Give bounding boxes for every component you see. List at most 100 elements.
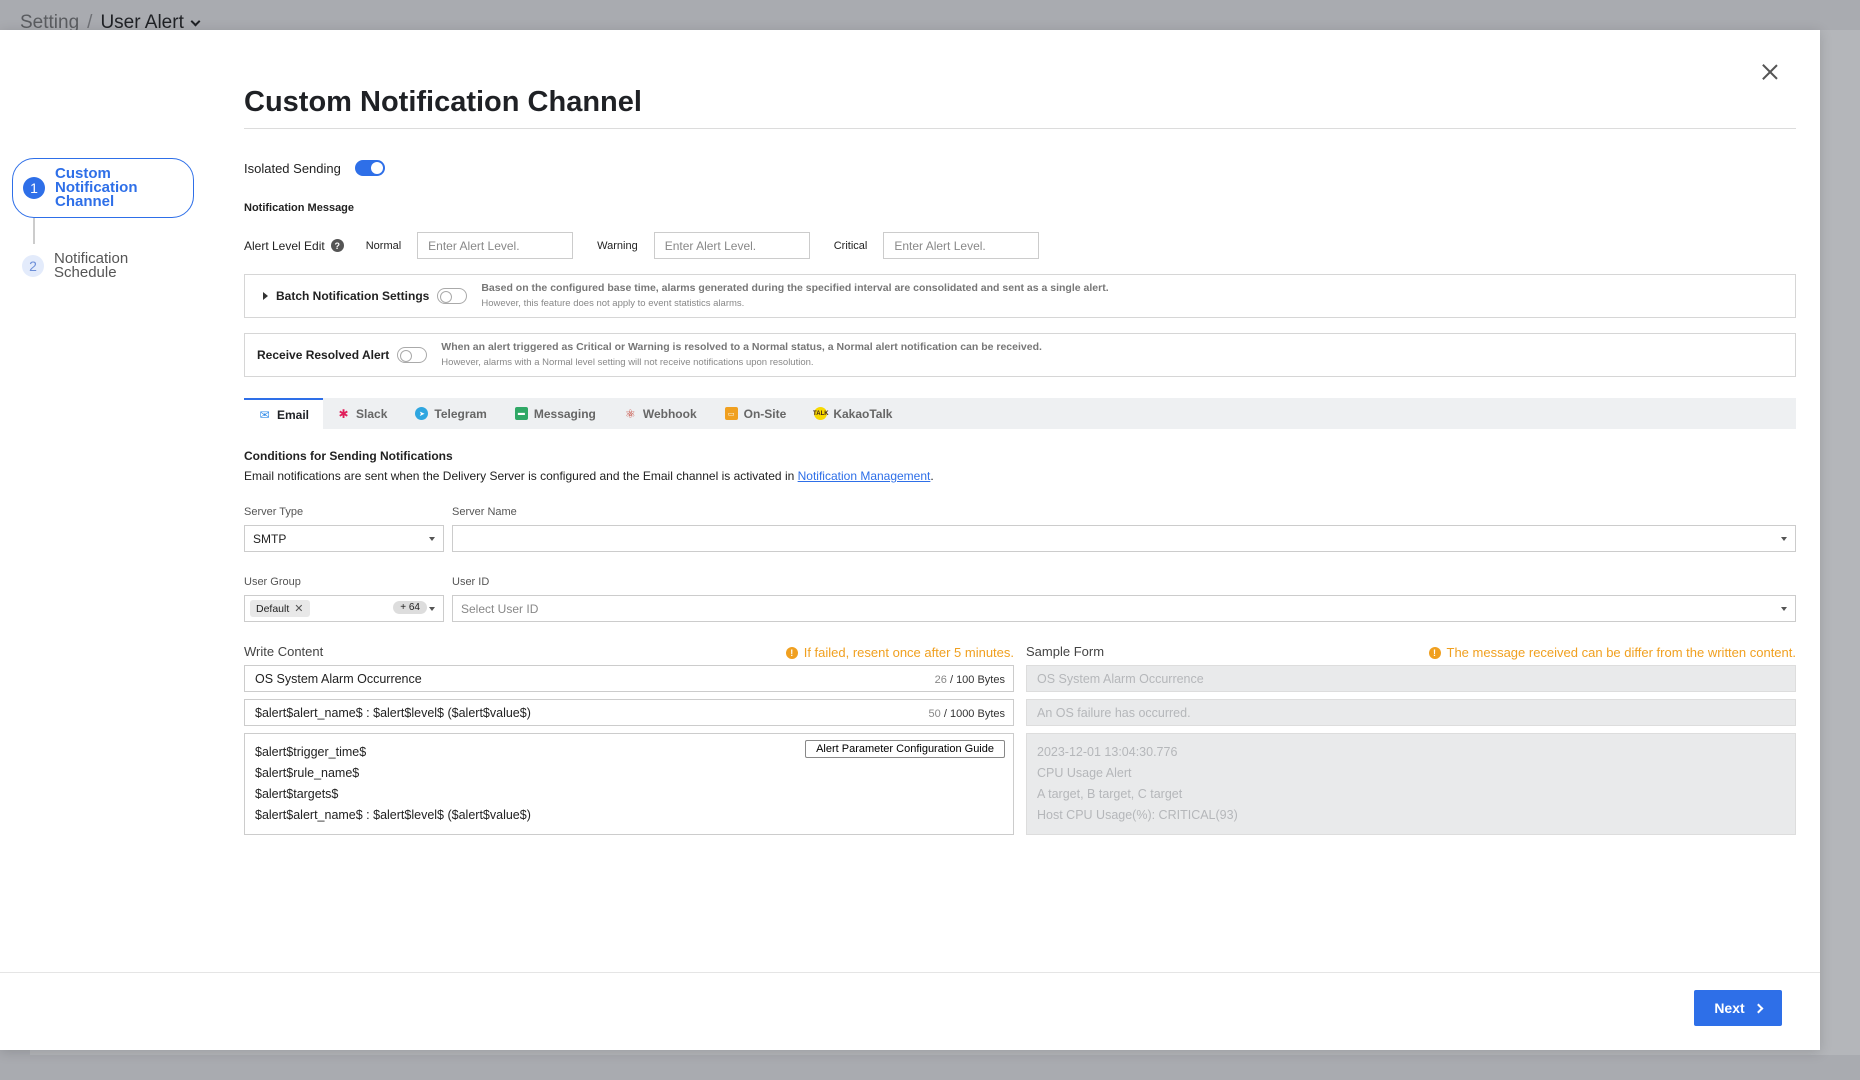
alert-parameter-guide-button[interactable]: Alert Parameter Configuration Guide [805,740,1005,758]
conditions-title: Conditions for Sending Notifications [244,449,453,463]
tab-on-site[interactable]: ▭ On-Site [711,398,801,429]
chip-label: Default [256,602,290,615]
tab-label: Telegram [434,406,487,421]
warning-icon: ! [1428,646,1441,659]
messaging-icon: ▬ [514,407,528,420]
tab-telegram[interactable]: ➤ Telegram [401,398,500,429]
normal-label: Normal [365,239,402,252]
tab-email[interactable]: ✉ Email [244,398,324,429]
step-label: Notification Schedule [54,250,129,281]
write-content-warning: ! If failed, resent once after 5 minutes… [785,645,1014,660]
alert-level-edit-label: Alert Level Edit [244,238,325,253]
chevron-down-icon [429,607,435,611]
sample-line: A target, B target, C target [1037,787,1183,801]
step-custom-notification-channel[interactable]: 1 Custom Notification Channel [12,158,194,218]
close-icon[interactable] [1758,60,1782,84]
isolated-sending-toggle[interactable] [354,160,385,176]
channel-tabs: ✉ Email ✱ Slack ➤ Telegram ▬ Messaging ⚛… [244,398,1796,429]
page-title: Custom Notification Channel [244,86,642,118]
tab-label: Slack [356,406,388,421]
notification-management-link[interactable]: Notification Management [798,469,931,483]
kakaotalk-icon: TALK [813,407,829,420]
batch-description: Based on the configured base time, alarm… [481,281,1108,311]
step-connector [33,218,35,244]
summary-input[interactable]: $alert$alert_name$ : $alert$level$ ($ale… [244,699,1014,726]
step-number: 2 [22,255,44,277]
resolved-title: Receive Resolved Alert [257,348,390,362]
body-line: $alert$rule_name$ [255,766,360,780]
sample-subject: OS System Alarm Occurrence [1026,665,1796,692]
subject-count: 26 [934,674,947,686]
help-icon[interactable]: ? [330,239,344,252]
warning-label: Warning [597,239,638,252]
warning-text: The message received can be differ from … [1446,645,1797,660]
tab-kakaotalk[interactable]: TALK KakaoTalk [800,398,906,429]
step-notification-schedule[interactable]: 2 Notification Schedule [12,244,202,288]
server-type-select[interactable]: SMTP [244,525,444,552]
subject-input[interactable]: OS System Alarm Occurrence 26 / 100 Byte… [244,665,1014,692]
sample-line: 2023-12-01 13:04:30.776 [1037,745,1178,759]
next-label: Next [1714,1000,1745,1016]
resolved-description: When an alert triggered as Critical or W… [441,340,1042,370]
sample-line: CPU Usage Alert [1037,766,1132,780]
server-type-label: Server Type [244,506,304,518]
user-id-label: User ID [452,576,490,588]
batch-toggle[interactable] [437,288,468,304]
user-group-select[interactable]: Default ✕ + 64 [244,595,444,622]
remove-chip-icon[interactable]: ✕ [294,602,303,615]
write-content-label: Write Content [244,644,324,659]
sample-line: Host CPU Usage(%): CRITICAL(93) [1037,808,1238,822]
summary-value: $alert$alert_name$ : $alert$level$ ($ale… [255,705,531,720]
body-line: $alert$targets$ [255,787,339,801]
resolved-toggle[interactable] [397,347,428,363]
isolated-sending-row: Isolated Sending [244,160,385,176]
telegram-icon: ➤ [415,407,429,420]
resolved-desc-line1: When an alert triggered as Critical or W… [441,341,1042,353]
body-line: $alert$alert_name$ : $alert$level$ ($ale… [255,808,531,822]
next-button[interactable]: Next [1694,990,1782,1026]
chevron-down-icon [1781,607,1787,611]
chevron-down-icon[interactable] [190,16,201,26]
normal-level-input[interactable] [417,232,574,259]
isolated-sending-label: Isolated Sending [244,160,341,176]
resolved-desc-line2: However, alarms with a Normal level sett… [441,357,814,368]
tab-label: Webhook [642,406,697,421]
footer-divider [0,972,1820,973]
server-type-value: SMTP [253,531,287,546]
sample-summary: An OS failure has occurred. [1026,699,1796,726]
title-divider [244,128,1796,129]
tab-label: Messaging [533,406,596,421]
server-name-select[interactable] [452,525,1796,552]
sample-body: 2023-12-01 13:04:30.776 CPU Usage Alert … [1026,733,1796,835]
tab-slack[interactable]: ✱ Slack [323,398,401,429]
tab-messaging[interactable]: ▬ Messaging [501,398,610,429]
expand-caret-icon[interactable] [263,292,268,300]
receive-resolved-alert: Receive Resolved Alert When an alert tri… [244,333,1796,377]
sample-form-label: Sample Form [1026,644,1105,659]
notification-message-label: Notification Message [244,202,355,214]
conditions-desc-suffix: . [930,469,934,483]
conditions-desc-text: Email notifications are sent when the De… [244,469,798,483]
server-name-label: Server Name [452,506,517,518]
tab-webhook[interactable]: ⚛ Webhook [610,398,711,429]
user-group-chip: Default ✕ [250,600,310,617]
webhook-icon: ⚛ [624,406,636,421]
batch-title[interactable]: Batch Notification Settings [276,289,429,303]
step-label: Custom Notification Channel [55,165,138,210]
user-group-label: User Group [244,576,301,588]
user-id-select[interactable]: Select User ID [452,595,1796,622]
subject-value: OS System Alarm Occurrence [255,671,422,686]
batch-desc-line2: However, this feature does not apply to … [481,298,745,309]
tab-label: Email [277,407,310,422]
batch-desc-line1: Based on the configured base time, alarm… [481,282,1109,294]
warning-icon: ! [785,646,798,659]
slack-icon: ✱ [338,406,349,421]
custom-notification-modal: 1 Custom Notification Channel 2 Notifica… [0,30,1820,1050]
critical-level-input[interactable] [883,232,1040,259]
alert-level-row: Alert Level Edit ? Normal Warning Critic… [244,232,1063,259]
conditions-description: Email notifications are sent when the De… [244,469,934,483]
tab-label: On-Site [743,406,787,421]
body-textarea[interactable]: $alert$trigger_time$ $alert$rule_name$ $… [244,733,1014,835]
subject-limit: / 100 Bytes [949,674,1005,686]
warning-level-input[interactable] [653,232,810,259]
